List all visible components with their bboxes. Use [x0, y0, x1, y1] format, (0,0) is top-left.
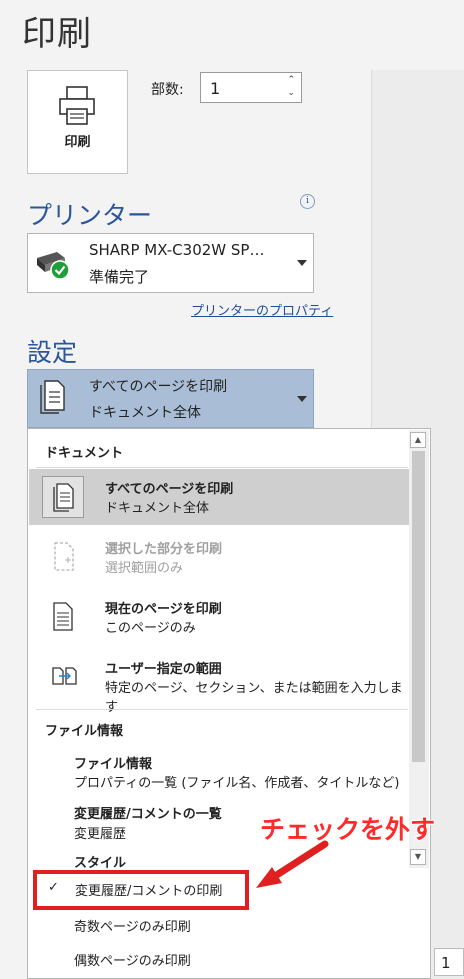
settings-heading: 設定: [27, 338, 78, 367]
printer-properties-link[interactable]: プリンターのプロパティ: [191, 300, 333, 319]
page-icon: [42, 596, 84, 638]
printer-status: 準備完了: [89, 268, 150, 286]
chevron-down-icon: [297, 260, 307, 266]
spin-up-icon[interactable]: ⌃: [287, 75, 295, 85]
menu-section-fileinfo: ファイル情報: [45, 724, 124, 739]
menu-item-title: すべてのページを印刷: [105, 482, 234, 497]
menu-item-title: ユーザー指定の範囲: [105, 662, 222, 677]
menu-item-history-list[interactable]: 変更履歴/コメントの一覧: [74, 803, 222, 822]
menu-item-desc: このページのみ: [105, 621, 196, 636]
menu-item-print-all[interactable]: すべてのページを印刷 ドキュメント全体: [29, 469, 409, 525]
print-button-label: 印刷: [64, 135, 91, 150]
menu-item-title: 現在のページを印刷: [105, 602, 222, 617]
menu-item-odd-pages[interactable]: 奇数ページのみ印刷: [74, 916, 191, 935]
print-button[interactable]: 印刷: [27, 70, 128, 174]
spin-down-icon[interactable]: ⌄: [287, 88, 295, 98]
page-title: 印刷: [22, 14, 92, 54]
printer-ready-icon: [37, 252, 70, 280]
scroll-up-icon[interactable]: ▲: [410, 432, 426, 448]
copies-label: 部数:: [151, 82, 184, 98]
menu-divider: [36, 709, 408, 710]
custom-range-icon: [42, 656, 84, 698]
menu-item-print-selection: 選択した部分を印刷 選択範囲のみ: [29, 529, 409, 585]
printer-name: SHARP MX-C302W SP…: [89, 241, 265, 259]
menu-item-even-pages[interactable]: 偶数ページのみ印刷: [74, 950, 191, 969]
menu-item-fileinfo-desc: プロパティの一覧 (ファイル名、作成者、タイトルなど): [74, 776, 400, 791]
arrow-icon: [256, 840, 329, 888]
menu-item-title: 選択した部分を印刷: [105, 542, 223, 557]
scrollbar-thumb[interactable]: [412, 451, 425, 762]
menu-item-desc: ドキュメント全体: [105, 501, 210, 516]
menu-divider: [36, 467, 408, 468]
menu-item-fileinfo[interactable]: ファイル情報: [74, 753, 152, 772]
print-range-dropdown[interactable]: すべてのページを印刷 ドキュメント全体: [27, 369, 314, 428]
highlight-box: [33, 870, 249, 910]
pages-icon: [42, 476, 84, 518]
menu-item-history-desc: 変更履歴: [74, 827, 127, 842]
menu-item-custom-range[interactable]: ユーザー指定の範囲 特定のページ、セクション、または範囲を入力します: [29, 649, 409, 715]
menu-section-document: ドキュメント: [45, 446, 124, 461]
pages-icon: [40, 380, 65, 414]
selection-icon: [42, 536, 84, 578]
printer-icon: [59, 86, 95, 125]
print-range-desc: ドキュメント全体: [89, 405, 201, 421]
menu-item-print-current[interactable]: 現在のページを印刷 このページのみ: [29, 589, 409, 645]
menu-scrollbar[interactable]: ▲ ▼: [409, 430, 429, 868]
menu-item-styles[interactable]: スタイル: [74, 852, 126, 871]
menu-item-desc: 選択範囲のみ: [105, 561, 184, 576]
scroll-down-icon[interactable]: ▼: [410, 849, 426, 865]
info-icon[interactable]: i: [300, 194, 315, 209]
copies-stepper[interactable]: 1 ⌃ ⌄: [200, 72, 302, 103]
print-range-label: すべてのページを印刷: [89, 379, 228, 395]
copies-value[interactable]: 1: [210, 79, 220, 98]
printer-heading: プリンター: [27, 201, 153, 230]
printer-dropdown[interactable]: SHARP MX-C302W SP… 準備完了: [27, 233, 314, 293]
page-number-field[interactable]: 1: [434, 948, 464, 976]
chevron-down-icon: [297, 396, 307, 402]
